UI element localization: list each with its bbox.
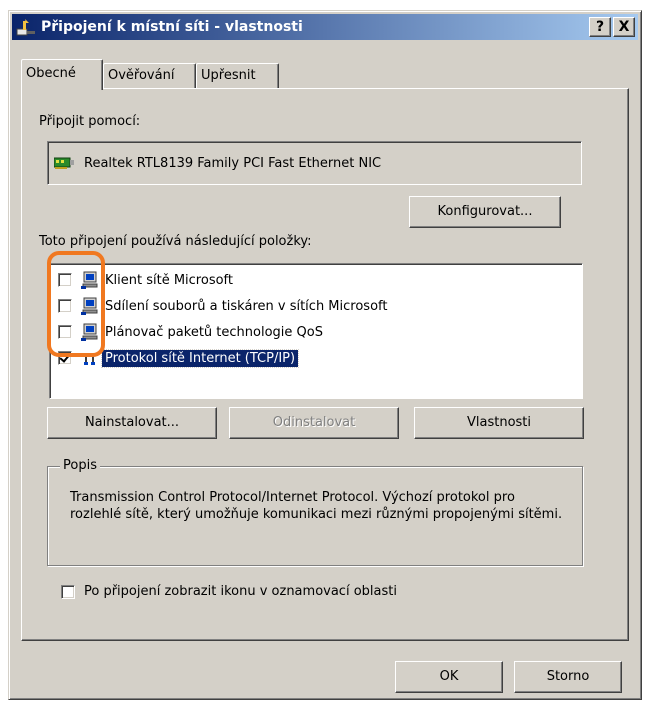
- item-label: Klient sítě Microsoft: [105, 272, 233, 288]
- description-group: Popis Transmission Control Protocol/Inte…: [47, 458, 583, 566]
- title-bar[interactable]: Připojení k místní síti - vlastnosti ? X: [12, 14, 638, 40]
- item-label: Plánovač paketů technologie QoS: [105, 324, 323, 340]
- tab-authentication[interactable]: Ověřování: [103, 63, 196, 89]
- tab-advanced[interactable]: Upřesnit: [196, 63, 279, 89]
- list-item[interactable]: Sdílení souborů a tiskáren v sítích Micr…: [58, 294, 390, 318]
- close-button[interactable]: X: [613, 17, 635, 37]
- show-icon-checkbox[interactable]: [61, 584, 75, 599]
- properties-dialog: Připojení k místní síti - vlastnosti ? X…: [8, 10, 642, 700]
- install-button[interactable]: Nainstalovat...: [47, 407, 217, 439]
- cancel-button[interactable]: Storno: [514, 661, 622, 693]
- connect-using-label: Připojit pomocí:: [39, 114, 141, 129]
- item-label-selected: Protokol sítě Internet (TCP/IP): [100, 348, 300, 368]
- components-list[interactable]: Klient sítě Microsoft Sdílení souborů a …: [49, 263, 583, 399]
- help-button[interactable]: ?: [589, 17, 611, 37]
- adapter-field: Realtek RTL8139 Family PCI Fast Ethernet…: [47, 141, 582, 185]
- configure-button[interactable]: Konfigurovat...: [409, 196, 561, 228]
- description-text: Transmission Control Protocol/Internet P…: [70, 490, 563, 522]
- properties-button[interactable]: Vlastnosti: [414, 407, 584, 439]
- uninstall-button[interactable]: Odinstalovat: [229, 407, 399, 439]
- items-label: Toto připojení používá následující polož…: [39, 234, 312, 249]
- window-title: Připojení k místní síti - vlastnosti: [41, 19, 303, 35]
- description-title: Popis: [60, 458, 100, 473]
- network-card-icon: [53, 156, 74, 170]
- tab-general[interactable]: Obecné: [21, 59, 103, 90]
- adapter-name: Realtek RTL8139 Family PCI Fast Ethernet…: [84, 155, 382, 171]
- ok-button[interactable]: OK: [395, 661, 503, 693]
- network-connection-icon: [15, 17, 37, 37]
- show-icon-option[interactable]: Po připojení zobrazit ikonu v oznamovací…: [61, 584, 397, 599]
- checkbox-highlight-annotation: [47, 251, 105, 357]
- item-label: Sdílení souborů a tiskáren v sítích Micr…: [105, 298, 388, 314]
- show-icon-label: Po připojení zobrazit ikonu v oznamovací…: [84, 584, 397, 599]
